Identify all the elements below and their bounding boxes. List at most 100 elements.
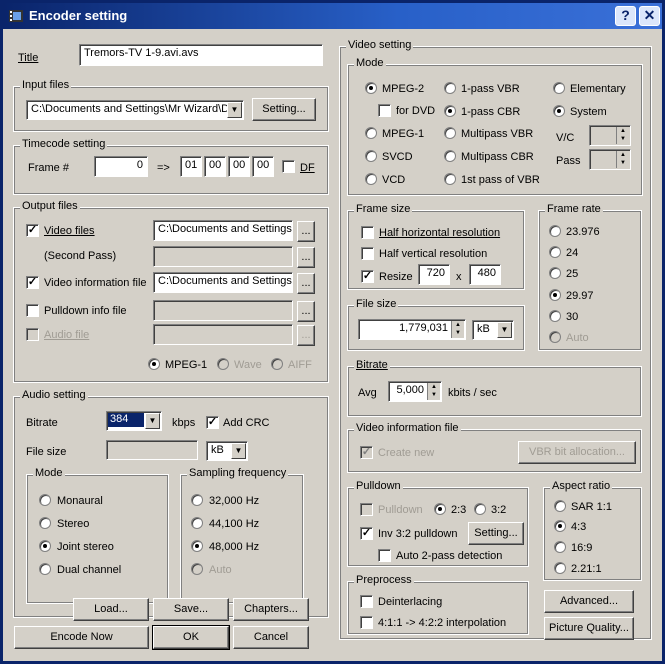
output-files-group: Output files ✓ Video files C:\Documents … [13, 200, 329, 383]
pass1-cbr-label: 1-pass CBR [461, 106, 521, 118]
audio-bitrate-dropdown[interactable]: 384 ▼ [106, 411, 162, 431]
pass1-vbr-radio[interactable] [444, 82, 456, 94]
chevron-down-icon[interactable]: ▼ [231, 443, 246, 459]
video-files-checkbox[interactable]: ✓ [26, 224, 39, 237]
rate-2997-radio[interactable] [549, 289, 561, 301]
tc-frames[interactable]: 00 [252, 156, 274, 177]
aspect-sar-radio[interactable] [554, 500, 566, 512]
audio-filesize-unit-dropdown[interactable]: kB ▼ [206, 441, 248, 461]
mode-monaural-radio[interactable] [39, 494, 51, 506]
for-dvd-checkbox[interactable] [378, 104, 391, 117]
mode-joint-stereo-radio[interactable] [39, 540, 51, 552]
pulldown-info-checkbox[interactable] [26, 304, 39, 317]
file-size-spinner[interactable]: 1,779,031 ▲ ▼ [358, 319, 466, 340]
rate-24-radio[interactable] [549, 246, 561, 258]
frame-input[interactable]: 0 [94, 156, 148, 177]
title-label: Title [18, 52, 39, 64]
auto-2pass-checkbox[interactable] [378, 549, 391, 562]
audio-browse-button: ... [297, 325, 315, 346]
help-button[interactable]: ? [615, 6, 636, 26]
add-crc-checkbox[interactable]: ✓ [206, 416, 219, 429]
aspect-43-radio[interactable] [554, 520, 566, 532]
arrow-label: => [157, 162, 170, 174]
elementary-radio[interactable] [553, 82, 565, 94]
tc-minutes[interactable]: 00 [204, 156, 226, 177]
input-path-dropdown[interactable]: C:\Documents and Settings\Mr Wizard\D ▼ [26, 100, 244, 120]
timecode-title: Timecode setting [20, 138, 108, 150]
aspect-169-radio[interactable] [554, 541, 566, 553]
mpeg2-radio[interactable] [365, 82, 377, 94]
interpolation-checkbox[interactable] [360, 616, 373, 629]
pulldown-browse-button[interactable]: ... [297, 301, 315, 322]
vcd-radio[interactable] [365, 173, 377, 185]
bitrate-spinner[interactable]: 5,000 ▲ ▼ [388, 381, 442, 402]
second-pass-browse-button[interactable]: ... [297, 247, 315, 268]
chapters-button[interactable]: Chapters... [233, 598, 309, 621]
aspect-221-radio[interactable] [554, 562, 566, 574]
freq-48000-radio[interactable] [191, 540, 203, 552]
freq-32000-radio[interactable] [191, 494, 203, 506]
cancel-button[interactable]: Cancel [233, 626, 309, 649]
save-button[interactable]: Save... [153, 598, 229, 621]
title-input[interactable]: Tremors-TV 1-9.avi.avs [79, 44, 323, 66]
format-wave-radio [217, 358, 229, 370]
input-setting-button[interactable]: Setting... [252, 98, 316, 121]
multipass-vbr-radio[interactable] [444, 127, 456, 139]
first-pass-vbr-radio[interactable] [444, 173, 456, 185]
multipass-cbr-radio[interactable] [444, 150, 456, 162]
pass1-cbr-radio[interactable] [444, 105, 456, 117]
inv-pulldown-checkbox[interactable]: ✓ [360, 527, 373, 540]
rate-24-label: 24 [566, 247, 579, 259]
format-mpeg1-radio[interactable] [148, 358, 160, 370]
rate-23976-radio[interactable] [549, 225, 561, 237]
spin-arrows-icon[interactable]: ▲ ▼ [451, 321, 464, 338]
pulldown-setting-button[interactable]: Setting... [468, 522, 524, 545]
spin-arrows-icon[interactable]: ▲ ▼ [427, 383, 440, 400]
deinterlacing-label: Deinterlacing [378, 596, 443, 608]
half-horizontal-checkbox[interactable] [361, 226, 374, 239]
df-checkbox[interactable] [282, 160, 295, 173]
sampling-frequency-group: Sampling frequency 32,000 Hz 44,100 Hz 4… [180, 467, 304, 604]
video-info-checkbox[interactable]: ✓ [26, 276, 39, 289]
resize-width-input[interactable]: 720 [418, 264, 450, 285]
ok-button[interactable]: OK [152, 625, 230, 650]
pulldown-title: Pulldown [354, 480, 403, 492]
load-button[interactable]: Load... [73, 598, 149, 621]
video-browse-button[interactable]: ... [297, 221, 315, 242]
rate-30-radio[interactable] [549, 310, 561, 322]
half-vertical-checkbox[interactable] [361, 247, 374, 260]
freq-44100-radio[interactable] [191, 517, 203, 529]
chevron-down-icon[interactable]: ▼ [497, 322, 512, 338]
chevron-down-icon[interactable]: ▼ [145, 413, 160, 429]
picture-quality-button[interactable]: Picture Quality... [544, 617, 634, 640]
frame-size-title: Frame size [354, 203, 413, 215]
rate-auto-radio [549, 331, 561, 343]
close-button[interactable]: ✕ [639, 6, 660, 26]
input-files-title: Input files [20, 79, 72, 91]
pulldown-23-radio[interactable] [434, 503, 446, 515]
resize-checkbox[interactable]: ✓ [361, 270, 374, 283]
svcd-radio[interactable] [365, 150, 377, 162]
audio-filesize-unit-value: kB [211, 444, 224, 456]
info-browse-button[interactable]: ... [297, 273, 315, 294]
audio-mode-group: Mode Monaural Stereo Joint stereo Dual c… [26, 467, 169, 604]
deinterlacing-checkbox[interactable] [360, 595, 373, 608]
info-path-input[interactable]: C:\Documents and Settings\ [153, 272, 293, 293]
pulldown-32-radio[interactable] [474, 503, 486, 515]
tc-seconds[interactable]: 00 [228, 156, 250, 177]
video-info-file-group: Video information file ✓ Create new VBR … [347, 422, 642, 473]
pulldown-group: Pulldown Pulldown 2:3 3:2 ✓ Inv 3:2 pull… [347, 480, 529, 567]
rate-25-radio[interactable] [549, 267, 561, 279]
system-radio[interactable] [553, 105, 565, 117]
mode-stereo-radio[interactable] [39, 517, 51, 529]
mode-dual-channel-radio[interactable] [39, 563, 51, 575]
encode-now-button[interactable]: Encode Now [14, 626, 149, 649]
file-size-unit-dropdown[interactable]: kB ▼ [472, 320, 514, 340]
resize-height-input[interactable]: 480 [469, 264, 501, 285]
video-path-input[interactable]: C:\Documents and Settings\ [153, 220, 293, 241]
chevron-down-icon[interactable]: ▼ [227, 102, 242, 118]
tc-hours[interactable]: 01 [180, 156, 202, 177]
video-info-file-title: Video information file [354, 422, 461, 434]
mpeg1-radio[interactable] [365, 127, 377, 139]
advanced-button[interactable]: Advanced... [544, 590, 634, 613]
